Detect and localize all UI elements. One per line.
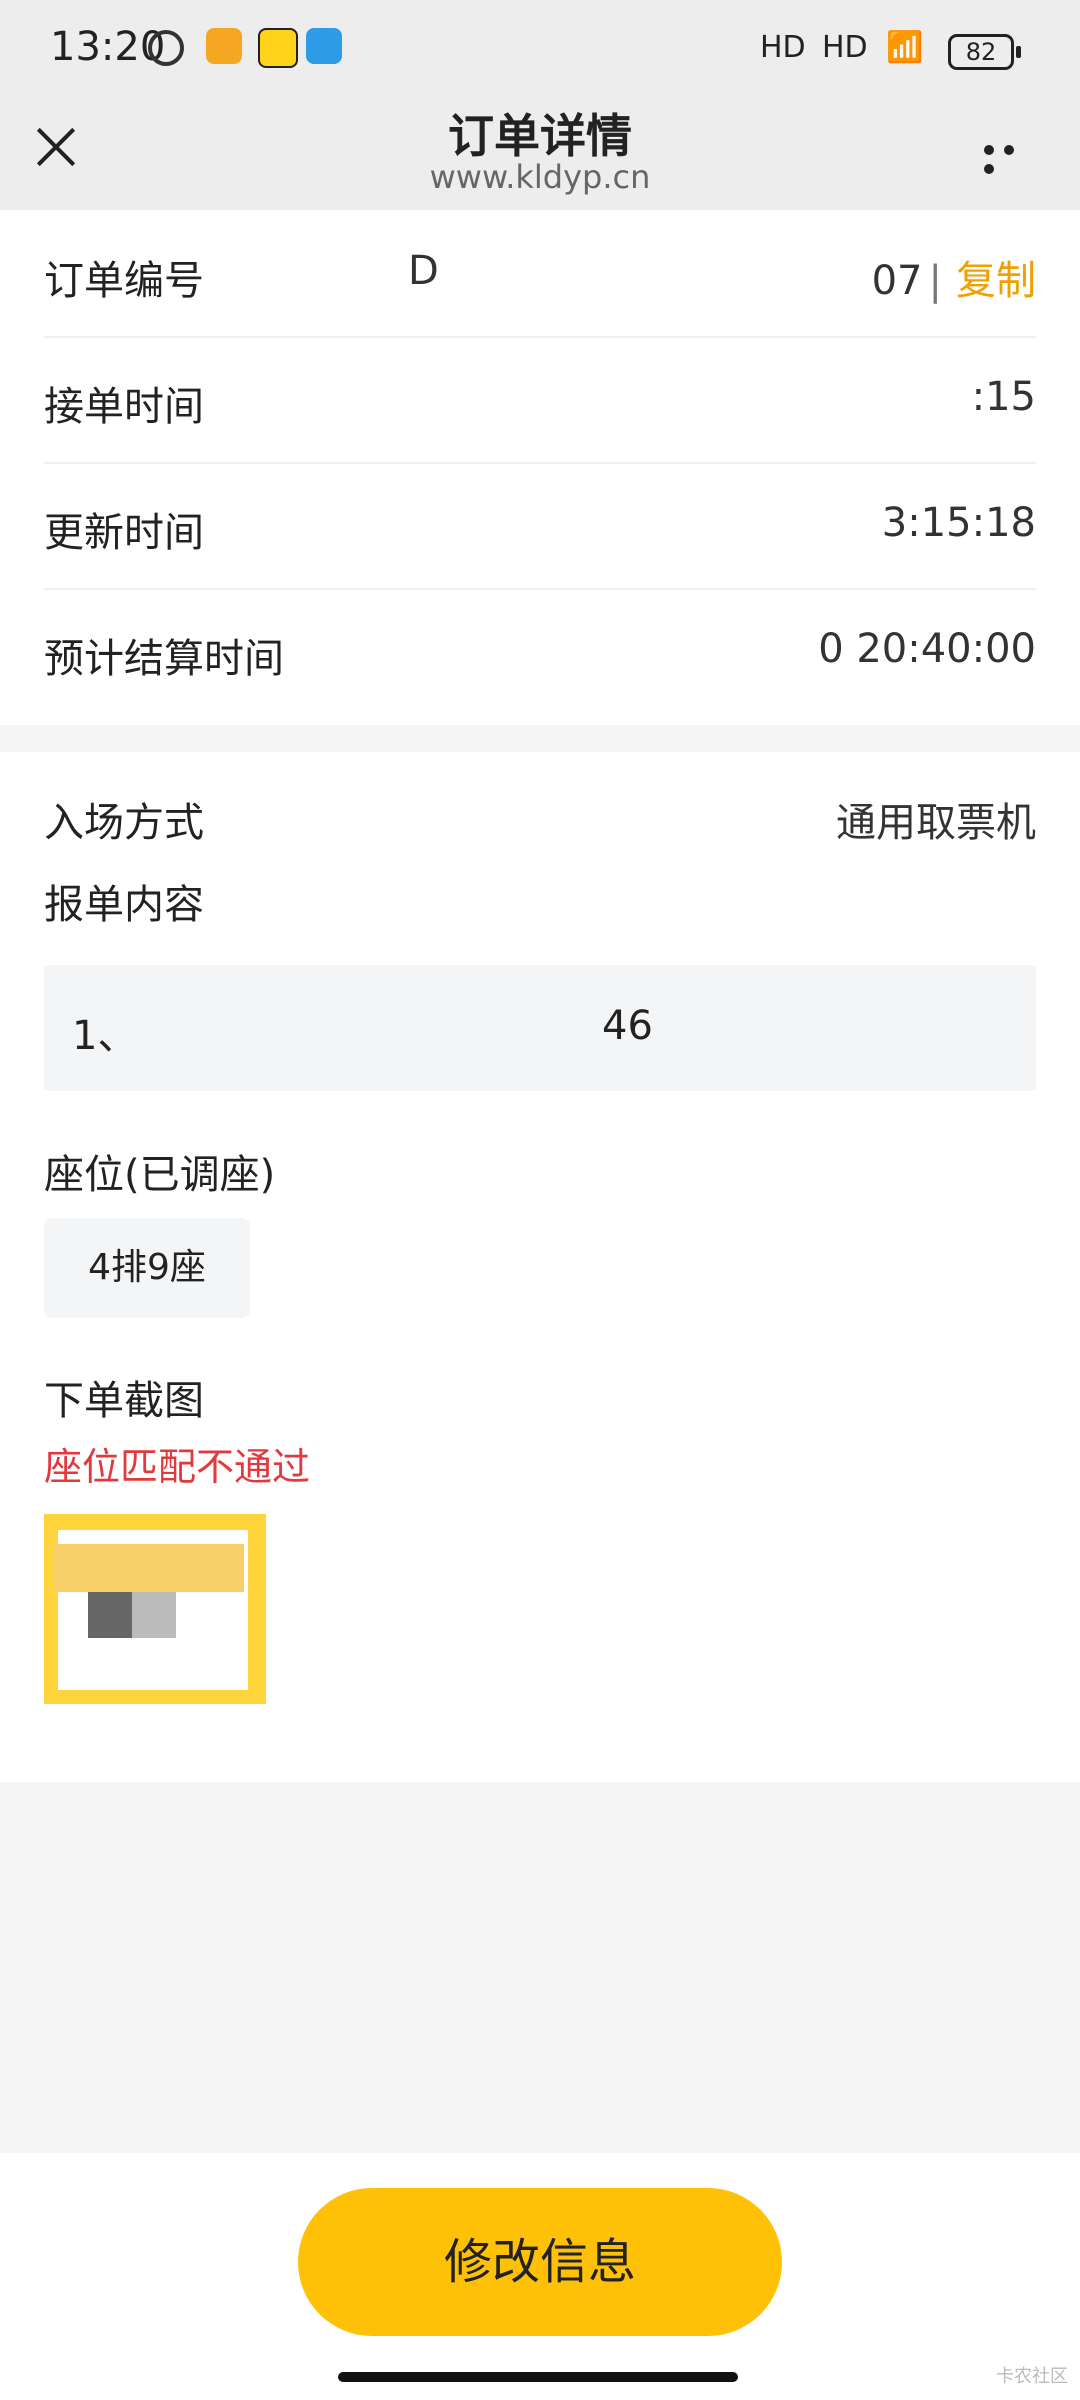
- copy-button[interactable]: 复制: [956, 258, 1036, 304]
- seat-match-status: 座位匹配不通过: [44, 1445, 311, 1489]
- order-screenshot-thumbnail[interactable]: [44, 1514, 266, 1704]
- order-number-row: 订单编号 D 07 | 复制: [44, 210, 1036, 338]
- app-icon-blue: [306, 28, 342, 64]
- accept-time-row: 接单时间 :15: [44, 336, 1036, 464]
- watermark: 卡农社区: [996, 2366, 1068, 2387]
- seat-label: 座位(已调座): [44, 1152, 276, 1198]
- accept-time-value: :15: [971, 374, 1036, 420]
- page-title: 订单详情: [448, 109, 632, 163]
- settle-time-value: 0 20:40:00: [818, 626, 1036, 672]
- entry-method-label: 入场方式: [44, 800, 204, 846]
- battery-indicator: 82: [948, 34, 1021, 70]
- status-bar: 13:20 HD HD 📶 82: [0, 0, 1080, 100]
- page-url: www.kldyp.cn: [429, 158, 651, 196]
- screenshot-block: [132, 1592, 176, 1638]
- entry-method-value: 通用取票机: [836, 800, 1036, 846]
- report-content-label: 报单内容: [44, 882, 204, 928]
- screenshot-label: 下单截图: [44, 1378, 204, 1424]
- update-time-value: 3:15:18: [881, 500, 1036, 546]
- nav-bar: 订单详情 www.kldyp.cn: [0, 100, 1080, 210]
- order-number-prefix: D: [408, 248, 439, 294]
- app-icon-orange: [206, 28, 242, 64]
- accept-time-label: 接单时间: [44, 384, 204, 430]
- signal-hd-2: HD: [822, 30, 868, 65]
- edit-info-button[interactable]: 修改信息: [298, 2188, 782, 2336]
- update-time-row: 更新时间 3:15:18: [44, 462, 1036, 590]
- order-number-suffix: 07: [871, 258, 923, 304]
- screenshot-block: [88, 1592, 132, 1638]
- screenshot-band: [54, 1544, 244, 1592]
- order-meta-card: 订单编号 D 07 | 复制 接单时间 :15 更新时间 3:15:18 预计结算时…: [0, 210, 1080, 725]
- signal-hd-1: HD: [760, 30, 806, 65]
- seat-chip: 4排9座: [44, 1218, 250, 1318]
- report-content-value: 46: [602, 1003, 653, 1049]
- order-number-label: 订单编号: [44, 258, 204, 304]
- report-content-prefix: 1、: [72, 1013, 138, 1059]
- update-time-label: 更新时间: [44, 510, 204, 556]
- app-icon-yellow: [258, 28, 298, 68]
- order-number-value: 07 | 复制: [871, 258, 1036, 304]
- wifi-icon: 📶: [886, 30, 924, 65]
- order-details-card: 入场方式 通用取票机 报单内容 1、 46 座位(已调座) 4排9座 下单截图 …: [0, 752, 1080, 1782]
- home-indicator: [338, 2372, 738, 2382]
- alarm-icon: [148, 30, 184, 66]
- more-icon[interactable]: [984, 140, 1040, 174]
- settle-time-label: 预计结算时间: [44, 636, 284, 682]
- report-content-box: 1、 46: [44, 965, 1036, 1091]
- settle-time-row: 预计结算时间 0 20:40:00: [44, 588, 1036, 714]
